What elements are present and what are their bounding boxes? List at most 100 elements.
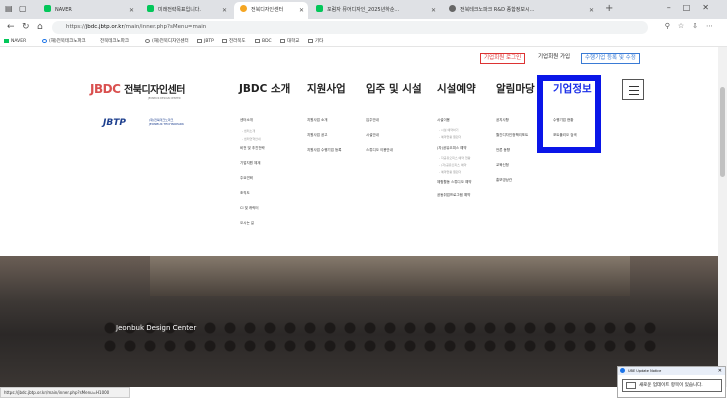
gnb-about[interactable]: JBDC 소개 xyxy=(239,81,290,96)
submenu-item[interactable]: 교육신청 xyxy=(496,163,509,168)
submenu-item[interactable]: 포트폴리오 검색 xyxy=(553,133,577,138)
new-tab-icon[interactable]: + xyxy=(605,3,613,14)
submenu-item[interactable]: 비전 및 추진전략 xyxy=(240,146,265,151)
jbtp-logo[interactable]: JBTP xyxy=(103,118,126,128)
tab-label: 전북디자인센터 xyxy=(251,7,284,13)
company-register-link[interactable]: 수행기업 등록 및 수정 xyxy=(581,53,640,64)
bookmark-folder-univ[interactable]: 대학교 xyxy=(280,36,299,47)
member-join-link[interactable]: 기업회원 가입 xyxy=(535,53,573,64)
close-icon[interactable]: ✕ xyxy=(718,367,722,375)
site-icon xyxy=(316,5,323,12)
bookmark-naver[interactable]: NAVER xyxy=(4,36,26,47)
folder-icon xyxy=(222,39,227,43)
hamburger-icon xyxy=(629,86,639,87)
submenu-item[interactable]: CI 및 캐릭터 xyxy=(240,206,259,211)
close-icon[interactable]: ✕ xyxy=(299,2,304,19)
submenu-item[interactable]: - 자공유오피스 예약 현황 xyxy=(439,156,471,160)
naver-icon xyxy=(44,5,51,12)
close-icon[interactable]: ✕ xyxy=(431,2,436,19)
submenu-item[interactable]: 센터소개 xyxy=(240,118,253,123)
site-logo[interactable]: JBDC 전북디자인센터 xyxy=(90,81,185,96)
tab-2[interactable]: 미래전략목표입니다. ✕ xyxy=(141,2,231,19)
submenu-item[interactable]: 입주안내 xyxy=(366,118,379,123)
web-page: 기업회원 로그인 기업회원 가입 수행기업 등록 및 수정 JBDC 전북디자인… xyxy=(0,47,718,387)
update-notification[interactable]: UBE Update Notice ✕ 새로운 업데이트 항목이 있습니다. xyxy=(617,366,726,398)
url-path: /main/inner.php?sMenu=main xyxy=(123,24,207,30)
gnb-reservation[interactable]: 시설예약 xyxy=(437,81,476,96)
jbtp-logo-text: (재)전북테크노파크 JEONBUK TECHNOPARK xyxy=(149,118,184,126)
reload-icon[interactable]: ↻ xyxy=(22,22,30,32)
folder-icon xyxy=(280,39,285,43)
profile-icon[interactable]: ▤ xyxy=(5,4,13,13)
close-icon[interactable]: ✕ xyxy=(589,2,594,19)
submenu-item[interactable]: 지원사업 공고 xyxy=(307,133,327,138)
submenu-item[interactable]: 공동취업프로그램 예약 xyxy=(437,193,470,198)
url-host: jbdc.jbtp.or.kr xyxy=(85,24,124,30)
submenu-item[interactable]: 주요연혁 xyxy=(240,176,253,181)
bookmark-folder-jbtp[interactable]: JBTP xyxy=(197,36,214,47)
submenu-item[interactable]: - (자)공유오피스 예약 xyxy=(439,163,466,167)
submenu-item[interactable]: 체험활동 스튜디오 예약 xyxy=(437,180,471,185)
menu-button[interactable] xyxy=(622,79,644,100)
hero-image xyxy=(150,256,630,296)
submenu-item[interactable]: - 시설 예약하기 xyxy=(439,128,459,132)
bookmarks-bar: NAVER (재)전북테크노파크 전북테크노파크 (재)전북디자인센터 JBTP… xyxy=(0,36,727,47)
folder-icon xyxy=(308,39,313,43)
gnb-support[interactable]: 지원사업 xyxy=(307,81,346,96)
submenu-item[interactable]: 언론 동향 xyxy=(496,148,510,153)
submenu-item[interactable]: 월간디자인정책리포트 xyxy=(496,133,528,138)
submenu-item[interactable]: 수행기업 현황 xyxy=(553,118,573,123)
submenu-item[interactable]: 지원사업 수행기업 등록 xyxy=(307,148,341,153)
submenu-item[interactable]: - 예약현황 캘린더 xyxy=(439,170,461,174)
address-bar: ← ↻ ⌂ https://jbdc.jbtp.or.kr/main/inner… xyxy=(0,19,727,36)
submenu-item[interactable]: 공지사항 xyxy=(496,118,509,123)
submenu-item[interactable]: 조직도 xyxy=(240,191,250,196)
home-icon[interactable]: ⌂ xyxy=(37,22,43,32)
submenu-item[interactable]: - 예약현황 캘린더 xyxy=(439,135,461,139)
tab-active[interactable]: 전북디자인센터 ✕ xyxy=(234,2,308,19)
tab-naver[interactable]: NAVER ✕ xyxy=(38,2,138,19)
tab-4[interactable]: 포럼자 뮤어디자인_2025년하순... ✕ xyxy=(310,2,440,19)
close-icon[interactable]: ✕ xyxy=(129,2,134,19)
submenu-item[interactable]: 시설안내 xyxy=(366,133,379,138)
hero-banner: Jeonbuk Design Center xyxy=(0,256,718,387)
hero-title: Jeonbuk Design Center xyxy=(116,324,197,332)
url-prefix: https:// xyxy=(66,24,86,30)
scrollbar-thumb[interactable] xyxy=(720,87,725,177)
status-url: https://jbdc.jbtp.or.kr/main/inner.php?s… xyxy=(0,387,130,398)
bookmark-jbdc[interactable]: (재)전북디자인센터 xyxy=(145,36,189,47)
back-icon[interactable]: ← xyxy=(7,22,15,32)
site-icon xyxy=(147,5,154,12)
site-icon xyxy=(240,5,247,12)
submenu-item[interactable]: - 센터소개 xyxy=(242,129,255,133)
mail-icon xyxy=(626,382,636,389)
submenu-item[interactable]: - 센터연혁안내 xyxy=(242,137,261,141)
logo-subtitle: JEONBUK DESIGN CENTER xyxy=(148,97,181,100)
window-controls[interactable]: –□✕ xyxy=(667,3,721,12)
highlight-box xyxy=(537,75,601,153)
bookmark-folder-etc[interactable]: 기타 xyxy=(308,36,323,47)
submenu-item[interactable]: 기업지원 체계 xyxy=(240,161,260,166)
bookmark-folder-bdc[interactable]: BDC xyxy=(255,36,272,47)
info-icon xyxy=(620,368,625,373)
submenu-item[interactable]: 스튜디오 이용안내 xyxy=(366,148,393,153)
tab-label: 전북테크노파크 R&D 종합정보시... xyxy=(460,7,535,13)
member-login-link[interactable]: 기업회원 로그인 xyxy=(480,53,526,64)
workspace-icon[interactable]: ▢ xyxy=(19,4,27,13)
submenu-item[interactable]: 시설이용 xyxy=(437,118,450,123)
submenu-item[interactable]: 오시는 길 xyxy=(240,221,254,226)
bookmark-jbtp[interactable]: (재)전북테크노파크 xyxy=(42,36,86,47)
page-scrollbar[interactable] xyxy=(718,47,727,387)
bookmark-folder-jeonbuk[interactable]: 전라북도 xyxy=(222,36,246,47)
gnb-facility[interactable]: 입주 및 시설 xyxy=(366,81,422,96)
url-input[interactable]: https://jbdc.jbtp.or.kr/main/inner.php?s… xyxy=(52,21,648,34)
close-icon[interactable]: ✕ xyxy=(222,2,227,19)
submenu-item[interactable]: 홍보영상관 xyxy=(496,178,512,183)
submenu-item[interactable]: 지원사업 소개 xyxy=(307,118,327,123)
bookmark-tp[interactable]: 전북테크노파크 xyxy=(100,36,129,47)
tab-5[interactable]: 전북테크노파크 R&D 종합정보시... ✕ xyxy=(443,2,598,19)
notification-message[interactable]: 새로운 업데이트 항목이 있습니다. xyxy=(622,379,722,392)
submenu-item[interactable]: (자)공유오피스 예약 xyxy=(437,146,467,151)
toolbar-icons[interactable]: ⚲☆⇩⋯ xyxy=(665,22,721,30)
gnb-notice[interactable]: 알림마당 xyxy=(496,81,535,96)
